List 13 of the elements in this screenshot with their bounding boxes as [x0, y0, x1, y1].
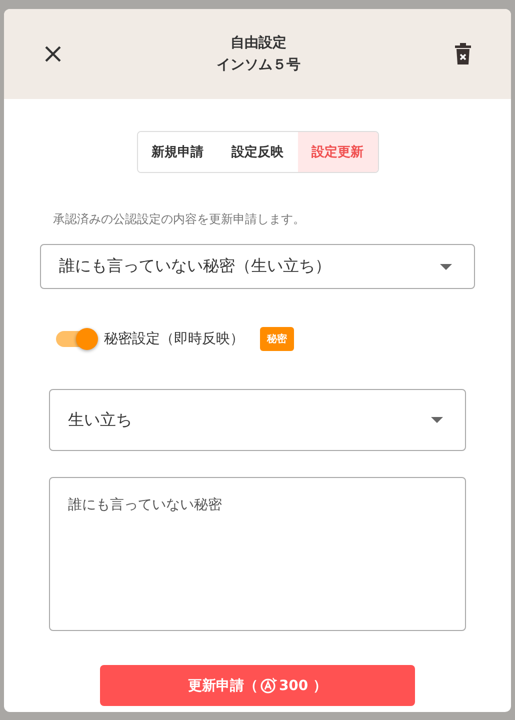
- dialog-subtitle: インソム５号: [216, 56, 300, 74]
- setting-select[interactable]: 誰にも言っていない秘密（生い立ち）: [40, 244, 475, 289]
- trash-icon[interactable]: [455, 43, 471, 65]
- secret-badge: 秘密: [260, 327, 294, 351]
- coin-icon: [260, 677, 277, 694]
- caret-icon: [431, 417, 443, 423]
- toggle-label: 秘密設定（即時反映）: [104, 330, 244, 348]
- caret-icon: [440, 264, 452, 270]
- content-field[interactable]: 誰にも言っていない秘密: [49, 477, 466, 631]
- description-text: 承認済みの公認設定の内容を更新申請します。: [53, 211, 305, 228]
- category-select[interactable]: 生い立ち: [49, 389, 466, 451]
- close-icon[interactable]: [44, 45, 62, 63]
- dialog-title: 自由設定: [230, 34, 286, 52]
